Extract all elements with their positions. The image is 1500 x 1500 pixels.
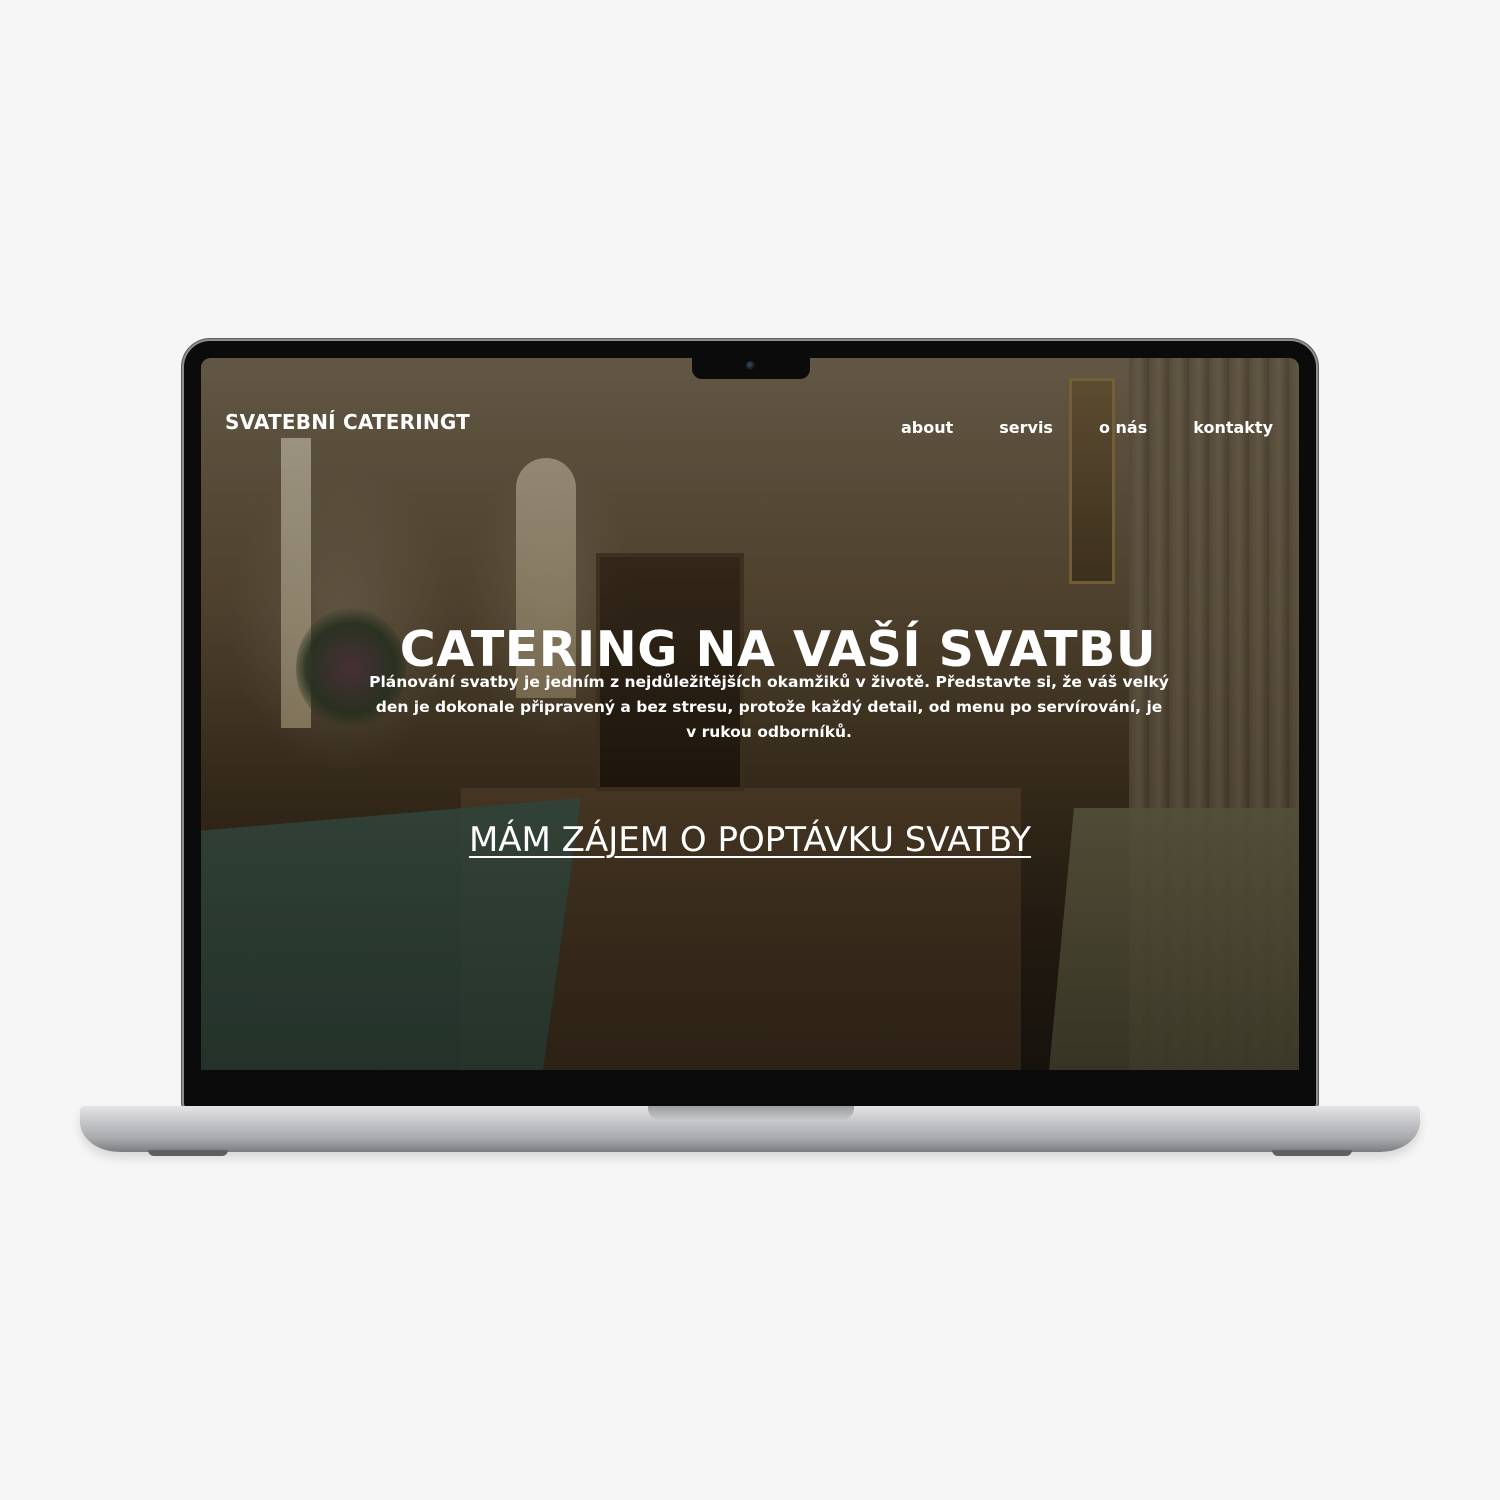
screen-bottom-bezel (201, 1070, 1299, 1104)
camera-icon (746, 361, 755, 370)
screen-notch (692, 357, 810, 379)
site-brand-logo[interactable]: SVATEBNÍ CATERINGT (225, 410, 470, 434)
nav-link-kontakty[interactable]: kontakty (1193, 418, 1273, 437)
inquiry-cta-link[interactable]: MÁM ZÁJEM O POPTÁVKU SVATBY (469, 820, 1031, 860)
nav-link-about[interactable]: about (901, 418, 953, 437)
laptop-foot-left (148, 1150, 228, 1156)
mockup-stage: SVATEBNÍ CATERINGT about servis o nás ko… (0, 0, 1500, 1500)
laptop-screen: SVATEBNÍ CATERINGT about servis o nás ko… (201, 358, 1299, 1070)
laptop-foot-right (1272, 1150, 1352, 1156)
main-navigation: about servis o nás kontakty (855, 418, 1273, 437)
laptop-opening-notch (648, 1106, 854, 1120)
nav-link-o-nas[interactable]: o nás (1099, 418, 1147, 437)
hero-description: Plánování svatby je jedním z nejdůležitě… (369, 672, 1169, 741)
nav-link-servis[interactable]: servis (999, 418, 1053, 437)
hero-cta-wrapper: MÁM ZÁJEM O POPTÁVKU SVATBY (201, 820, 1299, 860)
